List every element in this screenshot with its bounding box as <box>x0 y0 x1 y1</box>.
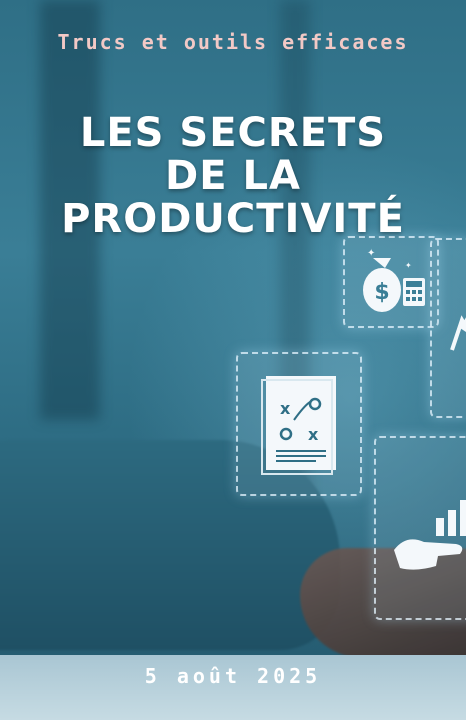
growth-panel <box>374 436 466 620</box>
svg-text:✦: ✦ <box>405 261 412 270</box>
strategy-panel: x x <box>236 352 362 496</box>
title-line: Les secrets <box>79 110 387 156</box>
cover-title: Les secrets de la productivité <box>0 112 466 241</box>
money-panel: $ ✦ ✦ <box>343 236 439 328</box>
cover-subtitle: Trucs et outils efficaces <box>57 30 409 54</box>
cover-date: 5 août 2025 <box>144 664 322 688</box>
title-line: de la <box>165 153 301 199</box>
hand-growth-chart-icon <box>394 500 466 570</box>
svg-text:✦: ✦ <box>367 248 375 259</box>
svg-text:x: x <box>280 399 291 418</box>
money-bag-calculator-icon: $ ✦ ✦ <box>363 248 425 312</box>
title-line: productivité <box>61 196 405 242</box>
book-cover: $ ✦ ✦ x x Trucs et outils efficaces LES … <box>0 0 466 720</box>
svg-text:$: $ <box>374 280 389 305</box>
rising-arrow-icon <box>450 300 466 351</box>
strategy-document-icon: x x <box>261 376 336 475</box>
svg-text:x: x <box>308 425 319 444</box>
arrow-panel <box>430 238 466 418</box>
